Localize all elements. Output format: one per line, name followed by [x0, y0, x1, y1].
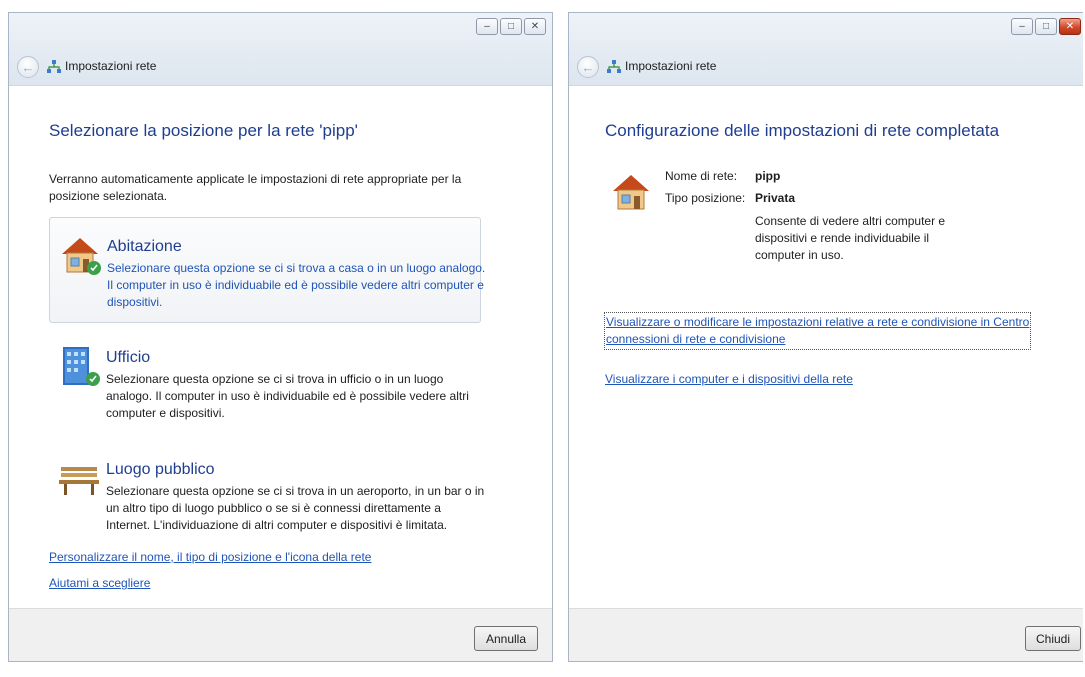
location-type-label: Tipo posizione:: [665, 191, 746, 205]
back-arrow-icon[interactable]: ←: [577, 56, 599, 78]
dialog-footer: Chiudi: [569, 608, 1083, 661]
network-name-label: Nome di rete:: [665, 169, 738, 183]
location-type-value: Privata: [755, 191, 796, 205]
office-building-icon: [63, 347, 100, 386]
network-center-link-line2: connessioni di rete e condivisione: [606, 332, 786, 346]
customize-network-link[interactable]: Personalizzare il nome, il tipo di posiz…: [49, 549, 371, 566]
dialog-footer: Annulla: [9, 608, 552, 661]
cancel-button[interactable]: Annulla: [474, 626, 538, 651]
option-title: Abitazione: [107, 238, 182, 255]
option-public[interactable]: Luogo pubblico Selezionare questa opzion…: [49, 441, 484, 549]
intro-text: Verranno automaticamente applicate le im…: [49, 172, 462, 203]
title-bar: – □ ✕ ← Impostazioni rete: [9, 13, 552, 86]
window-controls: – □ ✕: [1011, 18, 1081, 35]
network-center-link[interactable]: Visualizzare o modificare le impostazion…: [603, 312, 1032, 350]
option-title: Ufficio: [106, 349, 151, 366]
maximize-button[interactable]: □: [500, 18, 522, 35]
close-dialog-button[interactable]: Chiudi: [1025, 626, 1081, 651]
house-icon: [62, 238, 101, 275]
maximize-button[interactable]: □: [1035, 18, 1057, 35]
page-heading: Configurazione delle impostazioni di ret…: [605, 121, 1000, 140]
option-home[interactable]: Abitazione Selezionare questa opzione se…: [49, 217, 485, 323]
window-title: Impostazioni rete: [625, 59, 717, 73]
view-network-devices-link[interactable]: Visualizzare i computer e i dispositivi …: [605, 371, 853, 388]
window-controls: – □ ✕: [476, 18, 546, 35]
option-description: Selezionare questa opzione se ci si trov…: [106, 484, 485, 532]
help-me-choose-link[interactable]: Aiutami a scegliere: [49, 575, 150, 592]
minimize-button[interactable]: –: [476, 18, 498, 35]
network-icon: [607, 60, 621, 73]
option-work[interactable]: Ufficio Selezionare questa opzione se ci…: [49, 329, 481, 435]
network-center-link-line1: Visualizzare o modificare le impostazion…: [606, 315, 1030, 329]
option-description: Selezionare questa opzione se ci si trov…: [106, 372, 469, 420]
window-title: Impostazioni rete: [65, 59, 157, 73]
back-arrow-icon[interactable]: ←: [17, 56, 39, 78]
close-button[interactable]: ✕: [1059, 18, 1081, 35]
network-location-window: – □ ✕ ← Impostazioni rete Selezionare la…: [8, 12, 553, 662]
option-title: Luogo pubblico: [106, 461, 215, 478]
close-button[interactable]: ✕: [524, 18, 546, 35]
house-icon: [613, 175, 649, 210]
page-heading: Selezionare la posizione per la rete 'pi…: [49, 121, 358, 140]
location-type-description: Consente di vedere altri computer e disp…: [755, 214, 946, 262]
network-name-value: pipp: [755, 169, 781, 183]
option-description: Selezionare questa opzione se ci si trov…: [107, 261, 486, 309]
title-bar: – □ ✕ ← Impostazioni rete: [569, 13, 1083, 86]
network-settings-complete-window: – □ ✕ ← Impostazioni rete Configurazione…: [568, 12, 1083, 662]
network-icon: [47, 60, 61, 73]
minimize-button[interactable]: –: [1011, 18, 1033, 35]
park-bench-icon: [59, 467, 99, 495]
